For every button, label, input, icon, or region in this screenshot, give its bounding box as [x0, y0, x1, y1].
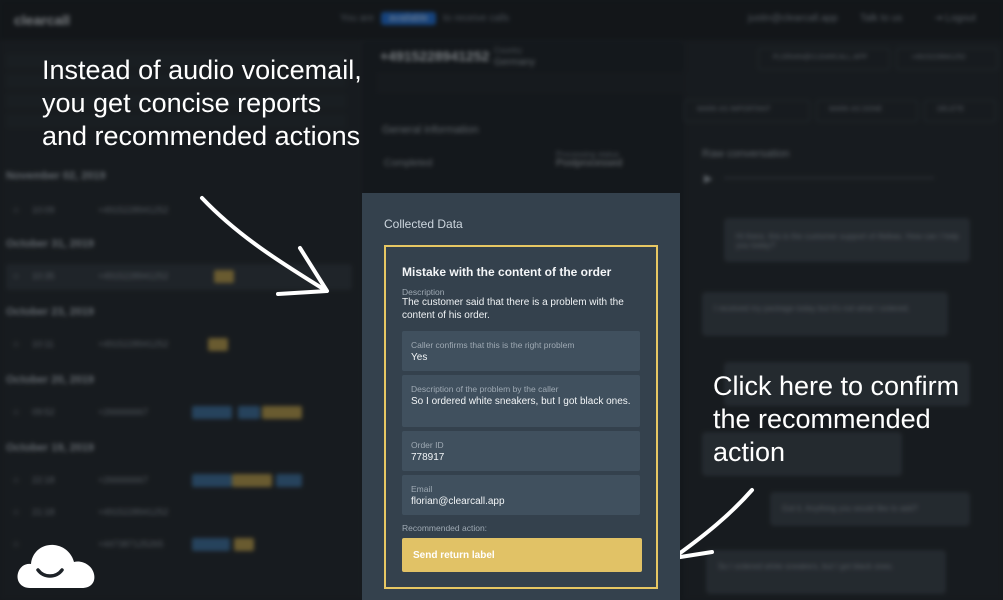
field-email: Email florian@clearcall.app — [402, 475, 640, 515]
field-caller-confirms: Caller confirms that this is the right p… — [402, 331, 640, 371]
field-order-id: Order ID 778917 — [402, 431, 640, 471]
field-problem-description: Description of the problem by the caller… — [402, 375, 640, 427]
description-text: The customer said that there is a proble… — [402, 297, 624, 321]
cloud-logo-icon — [17, 544, 95, 588]
report-card: Mistake with the content of the order De… — [384, 245, 658, 589]
arrow-to-button — [674, 488, 754, 558]
report-title: Mistake with the content of the order — [402, 265, 612, 279]
send-return-label-button[interactable]: Send return label — [402, 538, 642, 572]
recommended-action-label: Recommended action: — [402, 523, 488, 533]
collected-data-panel: Collected Data Mistake with the content … — [362, 193, 680, 600]
arrow-to-panel — [200, 196, 327, 292]
panel-title: Collected Data — [384, 217, 463, 231]
